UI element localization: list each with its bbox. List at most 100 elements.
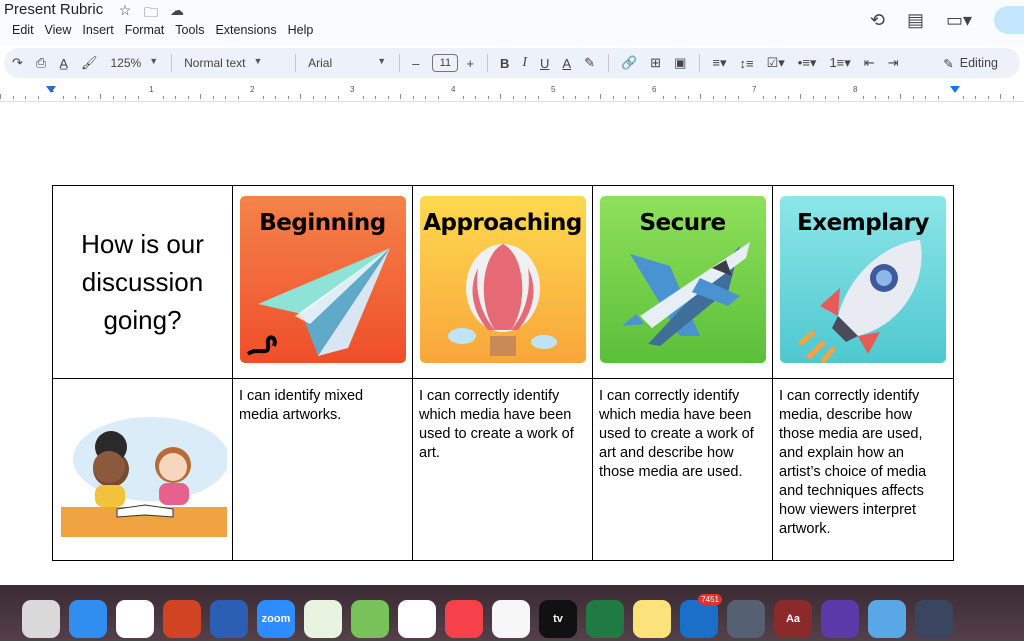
quicktime-icon[interactable]: [727, 600, 765, 638]
ruler-tick: [862, 96, 864, 99]
ruler-tick: [300, 94, 301, 99]
bullet-list-icon[interactable]: •≡▾: [798, 55, 817, 71]
level-cell[interactable]: Secure: [592, 185, 773, 379]
editing-mode-button[interactable]: ✎ Editing: [943, 56, 998, 71]
zoom-icon[interactable]: zoom: [257, 600, 295, 638]
ruler-tick: [812, 96, 814, 99]
title-bar: Present Rubric ☆ 🗀 ☁ Edit View Insert Fo…: [0, 0, 1024, 46]
document-title[interactable]: Present Rubric: [4, 1, 103, 18]
folder-icon[interactable]: [868, 600, 906, 638]
menu-extensions[interactable]: Extensions: [215, 23, 276, 37]
level-cell[interactable]: Beginning: [232, 185, 413, 379]
ruler-tick: [625, 96, 626, 99]
spellcheck-icon[interactable]: A̲: [59, 56, 68, 71]
decrease-indent-icon[interactable]: ⇤: [864, 55, 875, 71]
ruler[interactable]: 1 1 2 3 4 5 6 7 8: [0, 82, 1024, 102]
question-cell[interactable]: How is our discussion going?: [52, 185, 233, 379]
underline-button[interactable]: U: [540, 56, 549, 71]
print-icon[interactable]: ⎙: [36, 55, 46, 71]
redo-icon[interactable]: ↷: [12, 55, 23, 71]
globe-icon[interactable]: [304, 600, 342, 638]
level-description[interactable]: I can correctly identify which media hav…: [592, 378, 773, 561]
ruler-tick: [337, 96, 339, 99]
ruler-tick: [462, 96, 464, 99]
level-description[interactable]: I can correctly identify media, describe…: [772, 378, 954, 561]
share-button[interactable]: [994, 6, 1024, 34]
maps-icon[interactable]: [351, 600, 389, 638]
imovie-icon[interactable]: [821, 600, 859, 638]
ruler-tick: [500, 94, 501, 99]
illustration-cell[interactable]: [52, 378, 233, 561]
style-select[interactable]: Normal text ▼: [184, 56, 282, 70]
launchpad-icon[interactable]: [22, 600, 60, 638]
link-icon[interactable]: 🔗: [621, 55, 637, 71]
powerpoint-icon[interactable]: [163, 600, 201, 638]
exemplary-card: Exemplary: [780, 196, 946, 363]
ruler-tick: [437, 96, 439, 99]
image-icon[interactable]: ▣: [674, 55, 686, 71]
checklist-icon[interactable]: ☑▾: [767, 55, 785, 71]
ruler-tick: [487, 96, 489, 99]
safari-icon[interactable]: [69, 600, 107, 638]
level-cell[interactable]: Approaching: [412, 185, 593, 379]
photos-icon[interactable]: [398, 600, 436, 638]
excel-icon[interactable]: [586, 600, 624, 638]
menu-help[interactable]: Help: [288, 23, 314, 37]
history-icon[interactable]: ⟲: [870, 10, 885, 31]
screen-icon[interactable]: [915, 600, 953, 638]
text-color-button[interactable]: A: [562, 56, 571, 71]
zoom-select[interactable]: 125% ▼: [111, 56, 159, 70]
outlook-icon[interactable]: 7451: [680, 594, 722, 638]
ruler-tick: [900, 94, 901, 99]
italic-button[interactable]: I: [522, 55, 527, 71]
font-size-input[interactable]: 11: [432, 54, 459, 72]
ruler-tick: [512, 96, 514, 99]
ruler-tick: [125, 96, 126, 99]
numbered-list-icon[interactable]: 1≡▾: [829, 55, 850, 71]
bold-button[interactable]: B: [500, 56, 509, 71]
ruler-tick: [62, 96, 64, 99]
menu-insert[interactable]: Insert: [82, 23, 113, 37]
ruler-tick: [400, 94, 401, 99]
highlight-icon[interactable]: ✎: [584, 55, 595, 71]
divider: [699, 54, 701, 72]
menu-edit[interactable]: Edit: [12, 23, 34, 37]
ruler-tick: [912, 96, 914, 99]
apple-tv-icon[interactable]: tv: [539, 600, 577, 638]
divider: [486, 54, 488, 72]
menu-format[interactable]: Format: [125, 23, 165, 37]
paint-format-icon[interactable]: 🖌: [81, 55, 98, 71]
ruler-tick: [475, 96, 476, 99]
comment-icon[interactable]: ▤: [907, 10, 924, 31]
level-cell[interactable]: Exemplary: [772, 185, 954, 379]
comment-add-icon[interactable]: ⊞: [650, 55, 661, 71]
secure-card: Secure: [599, 196, 766, 363]
level-label: Beginning: [259, 210, 386, 236]
ruler-tick: [800, 94, 801, 99]
ruler-tick: [612, 96, 614, 99]
children-reading-illustration: [61, 417, 229, 537]
divider: [399, 54, 401, 72]
ruler-tick: [775, 96, 776, 99]
level-description[interactable]: I can identify mixed media artworks.: [232, 378, 413, 561]
increase-font-button[interactable]: +: [466, 56, 474, 71]
align-icon[interactable]: ≡▾: [712, 55, 726, 71]
news-icon[interactable]: [445, 600, 483, 638]
dictionary-icon[interactable]: Aa: [774, 600, 812, 638]
increase-indent-icon[interactable]: ⇥: [888, 55, 899, 71]
ruler-tick: [875, 96, 876, 99]
word-icon[interactable]: [210, 600, 248, 638]
freeform-icon[interactable]: [492, 600, 530, 638]
chrome-icon[interactable]: [116, 600, 154, 638]
notes-icon[interactable]: [633, 600, 671, 638]
menu-tools[interactable]: Tools: [175, 23, 204, 37]
ruler-tick: [100, 94, 101, 99]
meet-icon[interactable]: ▭▾: [946, 10, 972, 31]
level-description[interactable]: I can correctly identify which media hav…: [412, 378, 593, 561]
line-spacing-icon[interactable]: ↕≡: [740, 56, 754, 71]
decrease-font-button[interactable]: –: [412, 56, 419, 71]
menu-view[interactable]: View: [45, 23, 72, 37]
font-select[interactable]: Arial ▼: [308, 56, 386, 70]
rubric-table: How is our discussion going? Beginning A…: [52, 185, 954, 561]
right-indent-marker[interactable]: [950, 86, 960, 93]
